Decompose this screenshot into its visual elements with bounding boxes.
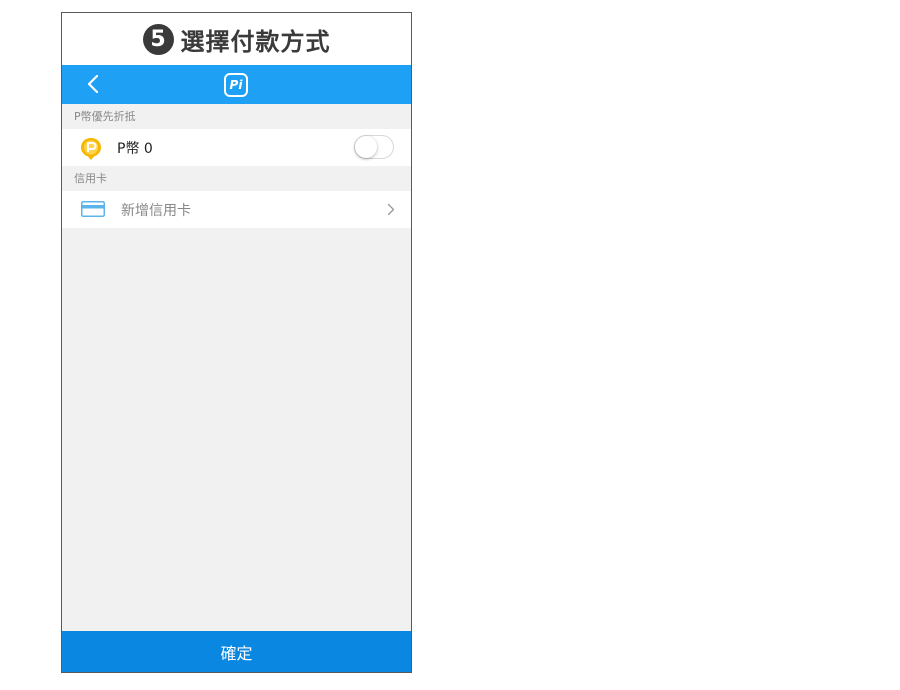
chevron-left-icon[interactable] (84, 74, 104, 94)
chevron-right-icon (387, 203, 395, 216)
p-coin-icon (81, 138, 101, 160)
pi-logo-icon: Pi (224, 73, 248, 97)
points-toggle[interactable] (354, 135, 394, 159)
confirm-button[interactable]: 確定 (62, 631, 411, 672)
points-section-header: P幣優先折抵 (62, 104, 411, 129)
add-credit-card-label: 新增信用卡 (121, 202, 191, 219)
phone-frame: 5 選擇付款方式 Pi P幣優先折抵 P幣 0 信用卡 新增信用卡 確定 (61, 12, 412, 673)
points-row: P幣 0 (62, 129, 411, 166)
step-number-badge: 5 (142, 23, 174, 55)
credit-card-icon (81, 201, 105, 217)
toggle-knob (355, 136, 377, 158)
app-navbar: Pi (62, 65, 411, 104)
add-credit-card-row[interactable]: 新增信用卡 (62, 191, 411, 228)
points-label: P幣 0 (117, 140, 153, 157)
empty-content-area (62, 228, 411, 631)
step-header: 5 選擇付款方式 (62, 13, 411, 65)
card-section-header: 信用卡 (62, 166, 411, 191)
step-title: 選擇付款方式 (180, 27, 331, 56)
